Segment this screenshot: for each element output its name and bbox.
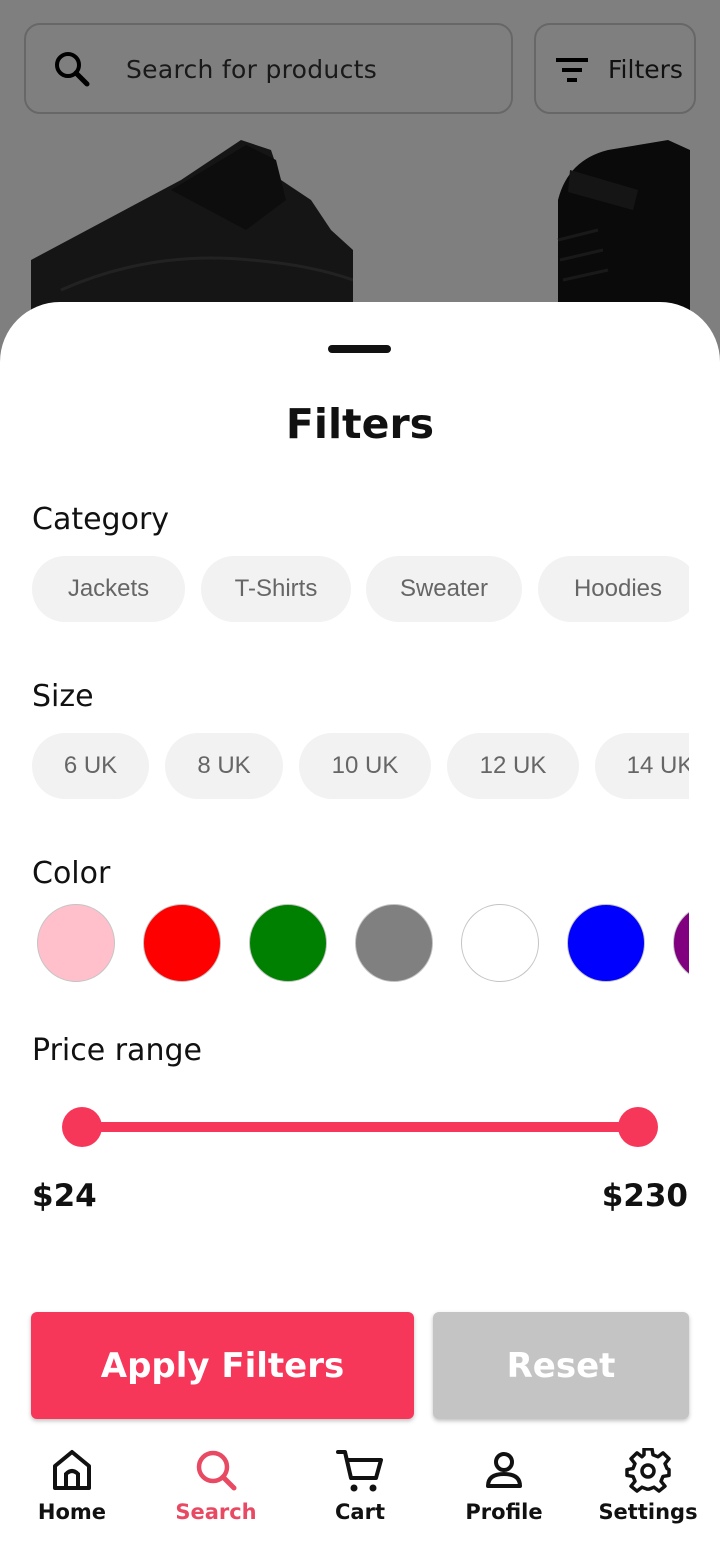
- sheet-drag-handle[interactable]: [328, 345, 391, 353]
- size-chip[interactable]: 10 UK: [299, 733, 431, 799]
- nav-item-settings[interactable]: Settings: [576, 1430, 720, 1544]
- color-swatch[interactable]: [567, 904, 645, 982]
- bottom-nav: Home Search Cart Profile Settings: [0, 1430, 720, 1544]
- size-chip[interactable]: 14 UK: [595, 733, 689, 799]
- price-slider-track[interactable]: [80, 1122, 638, 1132]
- category-chips: Jackets T-Shirts Sweater Hoodies: [32, 556, 689, 622]
- nav-item-cart[interactable]: Cart: [288, 1430, 432, 1544]
- reset-button[interactable]: Reset: [433, 1312, 689, 1419]
- price-slider-min-handle[interactable]: [62, 1107, 102, 1147]
- sheet-title: Filters: [285, 400, 435, 448]
- size-chip[interactable]: 8 UK: [165, 733, 283, 799]
- color-swatch[interactable]: [461, 904, 539, 982]
- color-swatch[interactable]: [249, 904, 327, 982]
- color-swatch[interactable]: [143, 904, 221, 982]
- nav-label-cart: Cart: [335, 1500, 385, 1524]
- price-range-label: Price range: [32, 1033, 202, 1068]
- color-swatch[interactable]: [673, 904, 689, 982]
- price-min-value: $24: [32, 1178, 97, 1214]
- nav-item-profile[interactable]: Profile: [432, 1430, 576, 1544]
- nav-label-settings: Settings: [598, 1500, 698, 1524]
- cart-icon: [336, 1450, 383, 1492]
- category-chip[interactable]: Hoodies: [538, 556, 689, 622]
- category-chip[interactable]: Sweater: [366, 556, 522, 622]
- price-max-value: $230: [601, 1178, 688, 1214]
- size-label: Size: [32, 679, 94, 714]
- apply-filters-button[interactable]: Apply Filters: [31, 1312, 414, 1419]
- nav-label-search: Search: [175, 1500, 257, 1524]
- color-label: Color: [32, 856, 111, 891]
- search-icon: [196, 1450, 237, 1491]
- color-swatches: [37, 904, 689, 984]
- size-chips: 6 UK 8 UK 10 UK 12 UK 14 UK: [32, 733, 689, 799]
- category-chip[interactable]: Jackets: [32, 556, 185, 622]
- gear-icon: [625, 1448, 671, 1493]
- category-label: Category: [32, 502, 170, 537]
- nav-item-home[interactable]: Home: [0, 1430, 144, 1544]
- category-chip[interactable]: T-Shirts: [201, 556, 351, 622]
- nav-item-search[interactable]: Search: [144, 1430, 288, 1544]
- filters-sheet: Filters Category Jackets T-Shirts Sweate…: [0, 302, 720, 1544]
- price-slider-max-handle[interactable]: [618, 1107, 658, 1147]
- color-swatch[interactable]: [355, 904, 433, 982]
- nav-label-profile: Profile: [465, 1500, 543, 1524]
- size-chip[interactable]: 12 UK: [447, 733, 579, 799]
- profile-icon: [486, 1452, 522, 1488]
- nav-label-home: Home: [37, 1500, 107, 1524]
- color-swatch[interactable]: [37, 904, 115, 982]
- size-chip[interactable]: 6 UK: [32, 733, 149, 799]
- home-icon: [53, 1450, 91, 1490]
